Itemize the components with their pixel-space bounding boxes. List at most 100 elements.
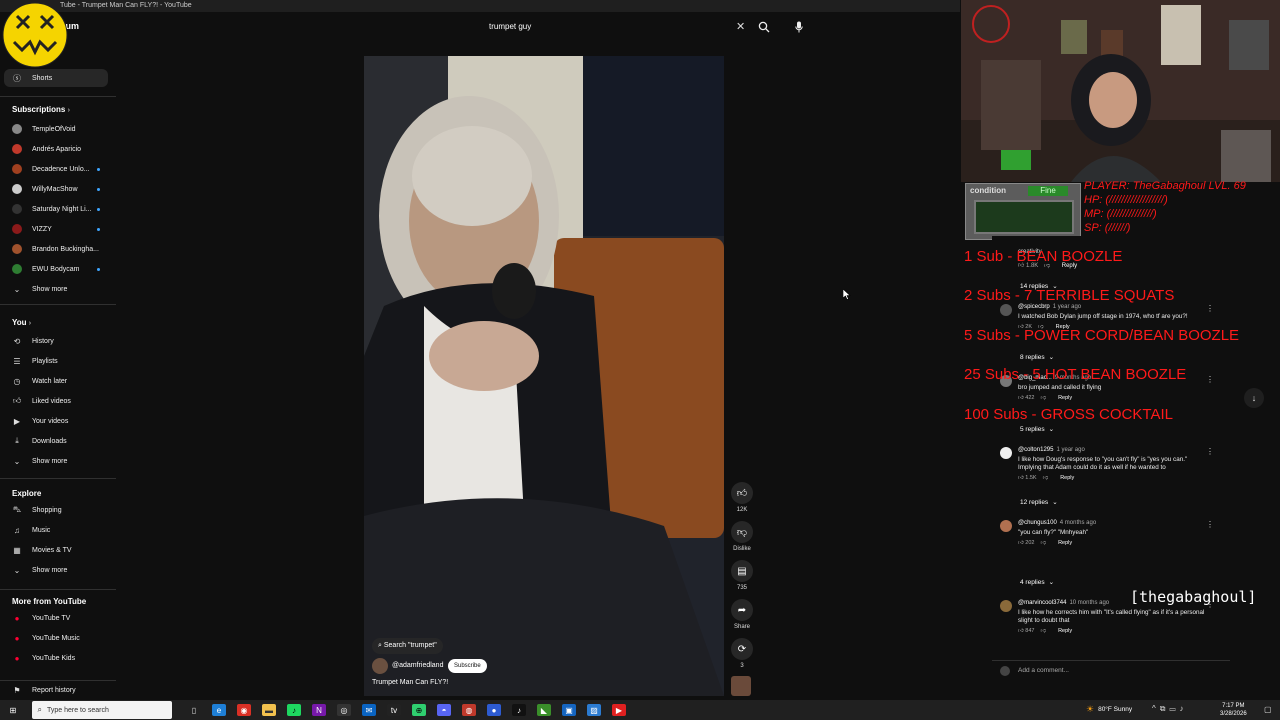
- sidebar-item-history[interactable]: ⟲ History: [4, 332, 108, 350]
- comment-handle[interactable]: @chungus100 4 months ago: [1018, 520, 1096, 526]
- weather-widget[interactable]: ☀ 80°F Sunny: [1086, 704, 1132, 715]
- clear-search-icon[interactable]: ✕: [736, 20, 745, 33]
- windows-start-icon[interactable]: ⊞: [6, 704, 20, 716]
- sidebar-item-movies-tv[interactable]: ▦ Movies & TV: [4, 541, 108, 559]
- search-chip[interactable]: ⌕ Search "trumpet": [372, 638, 443, 654]
- more-vert-icon[interactable]: ⋮: [1206, 375, 1214, 384]
- tiktok-icon[interactable]: ♪: [512, 704, 526, 716]
- search-bar[interactable]: trumpet guy ✕: [480, 17, 780, 37]
- sidebar-subscription-item[interactable]: WillyMacShow: [4, 180, 108, 198]
- edge-icon[interactable]: e: [212, 704, 226, 716]
- show-more-explore-button[interactable]: ⌄ Show more: [4, 561, 108, 579]
- commenter-avatar[interactable]: [1000, 304, 1012, 316]
- thumbs-down-icon[interactable]: 👎︎: [1043, 475, 1049, 481]
- chrome-icon[interactable]: ◉: [237, 704, 251, 716]
- clock[interactable]: 7:17 PM 3/28/2026: [1220, 702, 1247, 718]
- discord-icon[interactable]: ◓: [437, 704, 451, 716]
- sidebar-subscription-item[interactable]: Saturday Night Li...: [4, 200, 108, 218]
- app-icon[interactable]: ◍: [462, 704, 476, 716]
- sidebar-item-shorts[interactable]: ⓢ Shorts: [4, 69, 108, 87]
- commenter-name[interactable]: @colton1295: [1018, 447, 1053, 453]
- remix-button[interactable]: ⟳ 3: [731, 638, 753, 669]
- messenger-icon[interactable]: ●: [487, 704, 501, 716]
- sidebar-subscription-item[interactable]: TempleOfVoid: [4, 120, 108, 138]
- spotify-icon[interactable]: ♪: [287, 704, 301, 716]
- show-more-subscriptions-button[interactable]: ⌄ Show more: [4, 280, 108, 298]
- file-explorer-icon[interactable]: ▬: [262, 704, 276, 716]
- comment-handle[interactable]: @colton1295 1 year ago: [1018, 447, 1085, 453]
- commenter-name[interactable]: @spicecbrp: [1018, 304, 1050, 310]
- youtube-app-icon[interactable]: ▶: [612, 704, 626, 716]
- replies-toggle[interactable]: 4 replies ⌄: [1020, 578, 1054, 586]
- commenter-name[interactable]: @chungus100: [1018, 520, 1057, 526]
- taskbar-search-box[interactable]: ⌕ Type here to search: [31, 701, 172, 719]
- capture-icon[interactable]: ▣: [562, 704, 576, 716]
- comments-button[interactable]: ▤ 735: [731, 560, 753, 591]
- sidebar-subscription-item[interactable]: Brandon Buckingha...: [4, 240, 108, 258]
- channel-avatar[interactable]: [372, 658, 388, 674]
- search-icon[interactable]: [758, 21, 770, 33]
- comment-handle[interactable]: @marvincool3744 10 months ago: [1018, 600, 1109, 606]
- sidebar-subscription-item[interactable]: EWU Bodycam: [4, 260, 108, 278]
- sidebar-subscription-item[interactable]: Andrés Aparicio: [4, 140, 108, 158]
- reply-button[interactable]: Reply: [1058, 395, 1072, 401]
- tv-app-icon[interactable]: tv: [387, 704, 401, 716]
- sidebar-item-downloads[interactable]: ⤓ Downloads: [4, 432, 108, 450]
- sidebar-item-youtube-tv[interactable]: ● YouTube TV: [4, 609, 108, 627]
- share-button[interactable]: ➦ Share: [731, 599, 753, 630]
- add-comment-row[interactable]: Add a comment...: [992, 660, 1230, 680]
- add-comment-input[interactable]: Add a comment...: [1018, 667, 1069, 674]
- like-button[interactable]: 👍︎ 12K: [731, 482, 753, 513]
- show-more-you-button[interactable]: ⌄ Show more: [4, 452, 108, 470]
- sidebar-item-your-videos[interactable]: ▶ Your videos: [4, 412, 108, 430]
- subscriptions-header[interactable]: Subscriptions ›: [12, 105, 70, 114]
- replies-toggle[interactable]: 8 replies ⌄: [1020, 353, 1054, 361]
- sidebar-item-watch-later[interactable]: ◷ Watch later: [4, 372, 108, 390]
- scroll-down-button[interactable]: ↓: [1244, 388, 1264, 408]
- search-input[interactable]: trumpet guy: [489, 22, 531, 31]
- reply-button[interactable]: Reply: [1058, 628, 1072, 634]
- short-video-player[interactable]: ⌕ Search "trumpet" @adamfriedland Subscr…: [364, 56, 724, 696]
- sidebar-item-music[interactable]: ♫ Music: [4, 521, 108, 539]
- report-history-link[interactable]: ⚑ Report history: [4, 681, 108, 699]
- comment-handle[interactable]: @spicecbrp 1 year ago: [1018, 304, 1081, 310]
- more-vert-icon[interactable]: ⋮: [1206, 447, 1214, 456]
- you-header[interactable]: You ›: [12, 318, 31, 327]
- sidebar-item-shopping[interactable]: ⛍ Shopping: [4, 501, 108, 519]
- sidebar-item-liked-videos[interactable]: 👍︎ Liked videos: [4, 392, 108, 410]
- sidebar-item-playlists[interactable]: ☰ Playlists: [4, 352, 108, 370]
- replies-toggle[interactable]: 12 replies ⌄: [1020, 498, 1058, 506]
- thumbs-down-icon[interactable]: 👎︎: [1040, 540, 1046, 546]
- reply-button[interactable]: Reply: [1058, 540, 1072, 546]
- commenter-avatar[interactable]: [1000, 520, 1012, 532]
- subscribe-button[interactable]: Subscribe: [448, 659, 487, 673]
- reply-button[interactable]: Reply: [1060, 475, 1074, 481]
- sidebar-subscription-item[interactable]: Decadence Unlo...: [4, 160, 108, 178]
- sound-thumbnail[interactable]: [731, 676, 751, 696]
- show-more-label: Show more: [32, 566, 68, 574]
- notifications-icon[interactable]: ▢: [1264, 705, 1272, 714]
- obs-icon[interactable]: ◎: [337, 704, 351, 716]
- voice-search-button[interactable]: [791, 18, 807, 36]
- commenter-avatar[interactable]: [1000, 447, 1012, 459]
- dislike-button[interactable]: 👎︎ Dislike: [731, 521, 753, 552]
- taskbar-search-input[interactable]: Type here to search: [47, 707, 109, 714]
- commenter-avatar[interactable]: [1000, 600, 1012, 612]
- commenter-name[interactable]: @marvincool3744: [1018, 600, 1066, 606]
- sidebar-item-youtube-music[interactable]: ● YouTube Music: [4, 629, 108, 647]
- more-vert-icon[interactable]: ⋮: [1206, 304, 1214, 313]
- sidebar-item-youtube-kids[interactable]: ● YouTube Kids: [4, 649, 108, 667]
- more-vert-icon[interactable]: ⋮: [1206, 520, 1214, 529]
- channel-handle[interactable]: @adamfriedland: [392, 662, 443, 669]
- thumbs-down-icon[interactable]: 👎︎: [1040, 395, 1046, 401]
- xbox-icon[interactable]: ⊕: [412, 704, 426, 716]
- sidebar-subscription-item[interactable]: VIZZY: [4, 220, 108, 238]
- thumbs-down-icon[interactable]: 👎︎: [1040, 628, 1046, 634]
- replies-toggle[interactable]: 5 replies ⌄: [1020, 425, 1054, 433]
- nvidia-icon[interactable]: ◣: [537, 704, 551, 716]
- photos-icon[interactable]: ▨: [587, 704, 601, 716]
- mail-icon[interactable]: ✉: [362, 704, 376, 716]
- task-view-icon[interactable]: ▯: [187, 704, 201, 716]
- system-tray-icons[interactable]: ^⧉▭♪: [1152, 704, 1188, 714]
- onenote-icon[interactable]: N: [312, 704, 326, 716]
